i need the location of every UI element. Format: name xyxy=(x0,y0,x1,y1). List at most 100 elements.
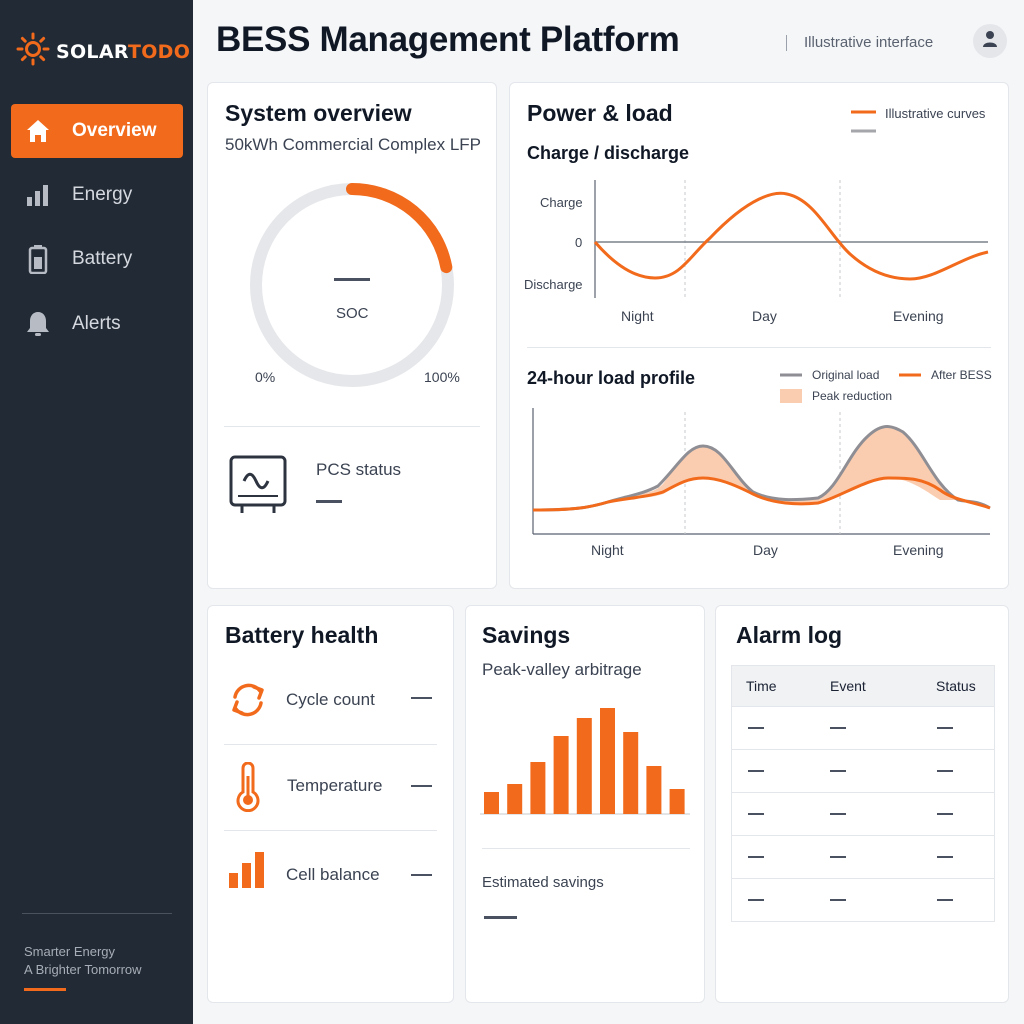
cycle-count-value xyxy=(411,697,432,699)
estimated-savings-label: Estimated savings xyxy=(482,874,604,891)
home-icon xyxy=(25,118,51,144)
load-profile-title: 24-hour load profile xyxy=(527,368,696,388)
sidebar-item-label: Alerts xyxy=(72,313,121,334)
alarm-log-title: Alarm log xyxy=(736,622,843,648)
savings-title: Savings xyxy=(482,622,571,648)
cycle-icon xyxy=(227,679,269,726)
table-cell-status xyxy=(937,899,953,901)
sun-icon xyxy=(16,32,50,71)
health-divider xyxy=(224,830,437,831)
soc-gauge xyxy=(250,183,454,387)
sidebar-item-battery[interactable]: Battery xyxy=(11,232,183,286)
x-label-evening: Evening xyxy=(893,308,944,324)
profile-x-label-night: Night xyxy=(591,542,624,558)
legend-note: Illustrative curves xyxy=(885,106,986,121)
cycle-count-label: Cycle count xyxy=(286,690,375,709)
savings-bar xyxy=(646,766,662,814)
soc-label: SOC xyxy=(336,305,369,322)
savings-bar xyxy=(530,762,546,814)
page-title: BESS Management Platform xyxy=(216,20,680,59)
legend-after-label: After BESS xyxy=(931,368,992,382)
table-cell-event xyxy=(830,770,846,772)
table-row[interactable] xyxy=(732,792,994,835)
sidebar-divider xyxy=(22,913,172,914)
charge-discharge-chart xyxy=(593,180,989,298)
tagline-accent-bar xyxy=(24,988,66,991)
alarm-table: Time Event Status xyxy=(731,665,995,922)
soc-min-label: 0% xyxy=(255,369,276,385)
table-cell-status xyxy=(937,813,953,815)
thermometer-icon xyxy=(233,761,263,817)
sidebar-item-label: Battery xyxy=(72,248,133,269)
legend-original-label: Original load xyxy=(812,368,880,382)
savings-bar xyxy=(576,718,592,814)
table-row[interactable] xyxy=(732,835,994,878)
table-cell-event xyxy=(830,856,846,858)
y-label-discharge: Discharge xyxy=(524,277,583,292)
tagline-line-2: A Brighter Tomorrow xyxy=(24,962,142,977)
savings-bar xyxy=(600,708,615,814)
sidebar: SOLARTODO Overview Energy Battery Alerts… xyxy=(0,0,193,1024)
user-icon xyxy=(982,30,998,53)
legend-curve-swatches xyxy=(851,110,876,133)
temperature-label: Temperature xyxy=(287,776,383,795)
charge-discharge-title: Charge / discharge xyxy=(527,143,690,163)
cell-balance-label: Cell balance xyxy=(286,865,380,884)
table-cell-time xyxy=(748,727,764,729)
header-note: Illustrative interface xyxy=(804,34,934,51)
savings-divider xyxy=(482,848,690,849)
brand-logo[interactable]: SOLARTODO xyxy=(16,32,190,71)
y-label-charge: Charge xyxy=(540,195,583,210)
health-divider xyxy=(224,744,437,745)
inverter-icon xyxy=(228,454,290,521)
charge-discharge-line xyxy=(593,191,989,281)
temperature-value xyxy=(411,785,432,787)
x-label-day: Day xyxy=(752,308,777,324)
table-row[interactable] xyxy=(732,749,994,792)
savings-bar xyxy=(669,789,685,814)
tagline-line-1: Smarter Energy xyxy=(24,944,116,959)
cell-bars-icon xyxy=(228,851,268,894)
table-cell-time xyxy=(748,899,764,901)
sidebar-item-energy[interactable]: Energy xyxy=(11,168,183,222)
savings-bar xyxy=(507,784,523,814)
savings-bar xyxy=(553,736,569,814)
load-profile-chart xyxy=(532,408,991,535)
power-load-divider xyxy=(527,347,991,348)
y-label-zero: 0 xyxy=(575,235,583,250)
table-cell-time xyxy=(748,813,764,815)
column-header-status[interactable]: Status xyxy=(936,678,976,694)
column-header-event[interactable]: Event xyxy=(830,678,866,694)
savings-subtitle: Peak-valley arbitrage xyxy=(482,660,642,679)
brand-name: SOLARTODO xyxy=(56,40,191,63)
table-row[interactable] xyxy=(732,878,994,921)
pcs-status-value xyxy=(316,500,342,503)
sidebar-item-alerts[interactable]: Alerts xyxy=(11,297,183,351)
table-cell-time xyxy=(748,770,764,772)
cell-balance-value xyxy=(411,874,432,876)
table-cell-status xyxy=(937,727,953,729)
system-overview-title: System overview xyxy=(225,100,412,126)
savings-bar-chart xyxy=(480,708,690,815)
table-cell-event xyxy=(830,899,846,901)
soc-max-label: 100% xyxy=(424,369,460,385)
power-load-title: Power & load xyxy=(527,100,673,126)
sidebar-item-label: Energy xyxy=(72,184,133,205)
legend-peak-swatch xyxy=(780,389,802,403)
column-header-time[interactable]: Time xyxy=(746,678,777,694)
table-cell-status xyxy=(937,856,953,858)
soc-value xyxy=(334,278,370,281)
overview-divider xyxy=(224,426,480,427)
profile-x-label-day: Day xyxy=(753,542,778,558)
alarm-table-header: Time Event Status xyxy=(732,666,994,706)
avatar[interactable] xyxy=(973,24,1007,58)
header-divider xyxy=(786,35,787,51)
table-row[interactable] xyxy=(732,706,994,749)
profile-x-label-evening: Evening xyxy=(893,542,944,558)
battery-icon xyxy=(25,245,51,274)
pcs-status-label: PCS status xyxy=(316,460,402,479)
sidebar-item-overview[interactable]: Overview xyxy=(11,104,183,158)
x-label-night: Night xyxy=(621,308,654,324)
savings-bar xyxy=(623,732,639,814)
table-cell-time xyxy=(748,856,764,858)
